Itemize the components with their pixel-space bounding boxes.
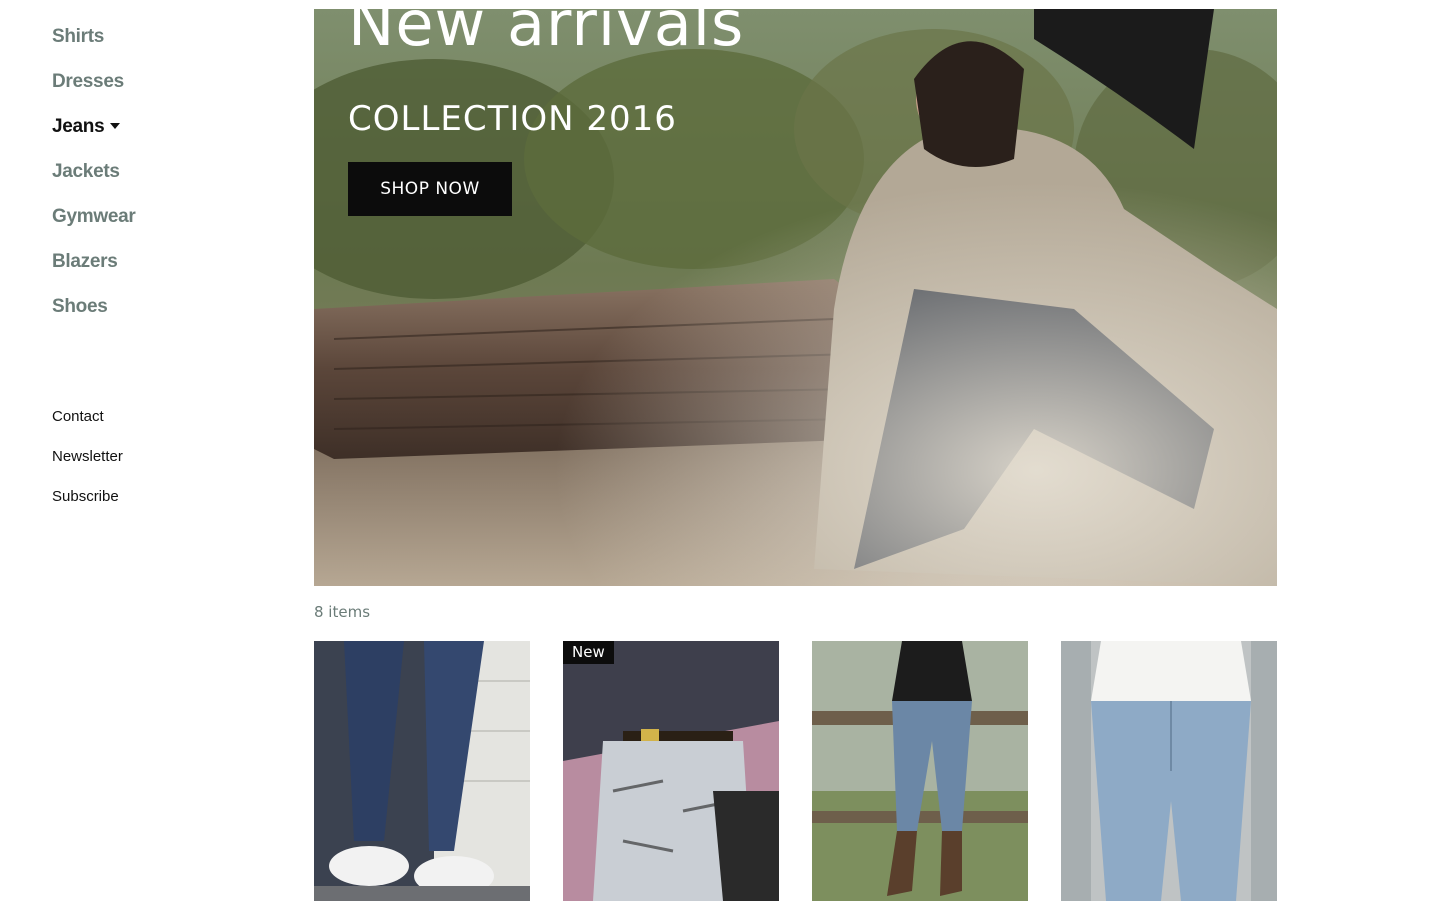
sidebar: Shirts Dresses Jeans Jackets Gymwear Bla… bbox=[0, 0, 300, 901]
category-label: Dresses bbox=[52, 71, 124, 92]
category-label: Jackets bbox=[52, 161, 120, 182]
link-contact[interactable]: Contact bbox=[52, 406, 123, 446]
link-newsletter[interactable]: Newsletter bbox=[52, 446, 123, 486]
new-badge: New bbox=[563, 641, 614, 664]
product-image bbox=[314, 641, 530, 901]
category-menu: Shirts Dresses Jeans Jackets Gymwear Bla… bbox=[52, 22, 136, 337]
hero-image bbox=[314, 9, 1277, 586]
caret-down-icon bbox=[110, 123, 121, 129]
link-subscribe[interactable]: Subscribe bbox=[52, 486, 123, 526]
category-label: Shirts bbox=[52, 26, 105, 47]
hero-title: New arrivals bbox=[348, 9, 745, 60]
shop-now-button[interactable]: SHOP NOW bbox=[348, 162, 512, 216]
category-jeans[interactable]: Jeans bbox=[52, 112, 135, 157]
category-label: Shoes bbox=[52, 296, 108, 317]
product-image bbox=[1061, 641, 1277, 901]
category-label: Blazers bbox=[52, 251, 118, 272]
hero-subtitle: COLLECTION 2016 bbox=[348, 99, 677, 139]
category-shoes[interactable]: Shoes bbox=[52, 292, 135, 337]
product-card[interactable] bbox=[812, 641, 1028, 901]
category-label: Gymwear bbox=[52, 206, 136, 227]
product-image bbox=[563, 641, 779, 901]
product-card[interactable]: New bbox=[563, 641, 779, 901]
product-image bbox=[812, 641, 1028, 901]
category-gymwear[interactable]: Gymwear bbox=[52, 202, 136, 247]
product-grid: New bbox=[314, 641, 1277, 901]
category-dresses[interactable]: Dresses bbox=[52, 67, 135, 112]
category-jackets[interactable]: Jackets bbox=[52, 157, 135, 202]
product-card[interactable] bbox=[314, 641, 530, 901]
product-card[interactable] bbox=[1061, 641, 1277, 901]
secondary-links: Contact Newsletter Subscribe bbox=[52, 406, 123, 526]
items-count: 8 items bbox=[314, 603, 371, 621]
category-blazers[interactable]: Blazers bbox=[52, 247, 135, 292]
hero-banner: New arrivals COLLECTION 2016 SHOP NOW bbox=[314, 9, 1277, 586]
category-shirts[interactable]: Shirts bbox=[52, 22, 135, 67]
category-label: Jeans bbox=[52, 116, 105, 137]
